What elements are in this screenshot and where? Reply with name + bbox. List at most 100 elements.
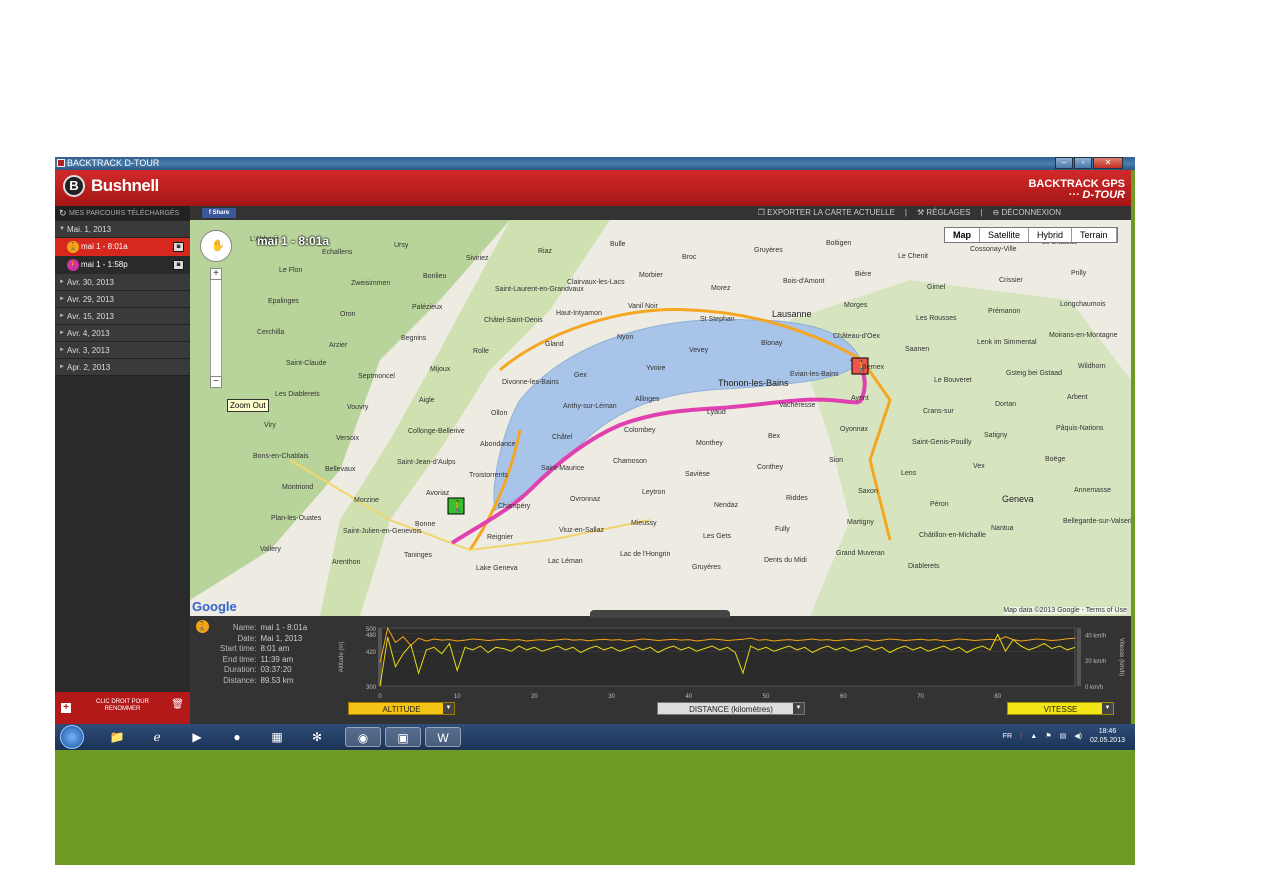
distance-dropdown[interactable]: DISTANCE (kilomètres) ▼ (657, 702, 805, 715)
network-icon[interactable]: ▤ (1060, 732, 1067, 740)
chart-plot-area (379, 627, 1076, 687)
map-type-satellite[interactable]: Satellite (980, 228, 1030, 242)
google-logo: Google (192, 599, 237, 614)
ie-icon[interactable]: ℯ (139, 727, 175, 747)
logout-link[interactable]: ⊖ DÉCONNEXION (993, 206, 1062, 220)
media-player-icon[interactable]: ▶ (179, 727, 215, 747)
map-place-label: Bulle (610, 241, 626, 248)
bushnell-logo-icon: B (63, 175, 85, 197)
map-place-label: Mieussy (631, 520, 657, 527)
window-title: BACKTRACK D-TOUR (67, 158, 160, 168)
date-label: Avr. 15, 2013 (67, 312, 114, 321)
map-place-label: Geneva (1002, 494, 1034, 504)
date-group[interactable]: ► Apr. 2, 2013 (55, 359, 190, 376)
date-group[interactable]: ► Avr. 4, 2013 (55, 325, 190, 342)
map-type-map[interactable]: Map (945, 228, 980, 242)
date-group[interactable]: ► Avr. 3, 2013 (55, 342, 190, 359)
map-place-label: Vouvry (347, 404, 369, 411)
map-place-label: Morbier (639, 272, 663, 279)
map-place-label: Gsteig bei Gstaad (1006, 370, 1063, 377)
map-attribution[interactable]: Map data ©2013 Google - Terms of Use (1003, 607, 1127, 614)
map-place-label: Echallens (322, 249, 353, 256)
minimize-button[interactable]: – (1055, 157, 1073, 169)
map-place-label: Viry (264, 422, 276, 429)
clock[interactable]: 18:46 02.05.2013 (1090, 727, 1125, 745)
altitude-dropdown[interactable]: ALTITUDE ▼ (348, 702, 455, 715)
start-marker-glyph: 🚶 (451, 500, 465, 513)
info-key: Date: (237, 633, 257, 643)
volume-icon[interactable]: ◀) (1074, 732, 1082, 740)
collapsed-arrow-icon: ► (59, 347, 65, 353)
map-type-hybrid[interactable]: Hybrid (1029, 228, 1073, 242)
track-label: mai 1 - 8:01a (81, 242, 128, 251)
map-place-label: Gland (545, 341, 564, 348)
zoom-out-button[interactable]: − (210, 376, 222, 388)
product-line2: ··· D-TOUR (1068, 189, 1125, 201)
map-view[interactable]: 🚶 🚶 L'Abbaye Echallens Ursy Siviriez Riaz Bul… (190, 220, 1131, 616)
collapsed-arrow-icon: ► (59, 313, 65, 319)
map-place-label: Lyaud (707, 409, 726, 416)
map-place-label: Bex (768, 433, 781, 440)
settings-link[interactable]: ⚒ RÉGLAGES (917, 206, 970, 220)
excel-icon[interactable]: ▦ (259, 727, 295, 747)
app-icon[interactable]: ✻ (299, 727, 335, 747)
map-place-label: Allinges (635, 396, 660, 403)
trash-icon[interactable]: 🗑 (171, 700, 184, 710)
zoom-in-button[interactable]: + (210, 268, 222, 280)
map-place-label: Begnins (401, 335, 427, 342)
start-button[interactable] (60, 725, 84, 749)
export-label: EXPORTER LA CARTE ACTUELLE (767, 208, 895, 217)
tray-arrow-icon[interactable]: ▲ (1030, 733, 1037, 740)
map-place-label: Gruyères (754, 247, 783, 254)
date-group[interactable]: ► Avr. 15, 2013 (55, 308, 190, 325)
pan-control[interactable]: ✋ (200, 230, 232, 262)
zoom-slider[interactable]: + − (210, 268, 222, 388)
map-place-label: Dents du Midi (764, 557, 807, 564)
date-group-open[interactable]: ▼ Mai. 1, 2013 (55, 221, 190, 238)
maximize-button[interactable]: ▫ (1074, 157, 1092, 169)
firefox-icon[interactable]: ● (219, 727, 255, 747)
map-place-label: Vex (973, 463, 985, 470)
map-place-label: Nyon (617, 334, 634, 341)
date-group[interactable]: ► Avr. 29, 2013 (55, 291, 190, 308)
map-type-terrain[interactable]: Terrain (1072, 228, 1117, 242)
divider: | (904, 208, 907, 217)
sidebar-header[interactable]: ↻ MES PARCOURS TÉLÉCHARGÉS (55, 206, 190, 221)
map-place-label: Avoriaz (426, 490, 450, 497)
map-place-label: Ayent (851, 395, 869, 402)
x-tick-label: 60 (840, 694, 847, 700)
add-icon[interactable]: + (61, 703, 71, 713)
facebook-share-button[interactable]: f Share (202, 208, 236, 218)
map-place-label: Ovronnaz (570, 496, 601, 503)
camera-icon[interactable]: ◙ (173, 260, 184, 270)
explorer-icon[interactable]: 📁 (99, 727, 135, 747)
map-place-label: Les Diablerets (275, 391, 320, 398)
profile-chart[interactable]: 300 420 480500 0 km/h 20 km/h 40 km/h 0 10 20 30 4… (335, 620, 1125, 702)
map-place-label: Blonay (761, 340, 783, 347)
bushnell-icon[interactable]: ▣ (385, 727, 421, 747)
language-indicator[interactable]: FR (1003, 733, 1012, 740)
map-place-label: Champéry (498, 503, 531, 510)
map-place-label: Prilly (1071, 270, 1087, 277)
panel-handle[interactable] (590, 610, 730, 618)
date-group[interactable]: ► Avr. 30, 2013 (55, 274, 190, 291)
backtrack-icon[interactable]: ◉ (345, 727, 381, 747)
info-value: Mai 1, 2013 (260, 633, 303, 643)
map-place-label: Montriond (282, 484, 314, 491)
warning-icon[interactable]: ! (1020, 733, 1022, 740)
refresh-icon[interactable]: ↻ (59, 206, 67, 221)
track-item[interactable]: 🚶 mai 1 - 8:01a ◙ (55, 238, 190, 256)
zoom-tooltip: Zoom Out (227, 399, 269, 412)
map-place-label: Saint-Genis-Pouilly (912, 439, 972, 446)
collapsed-arrow-icon: ► (59, 364, 65, 370)
track-item[interactable]: 🚶 mai 1 - 1:58p ◙ (55, 256, 190, 274)
camera-icon[interactable]: ◙ (173, 242, 184, 252)
flag-icon[interactable]: ⚑ (1045, 732, 1051, 740)
date-label: Avr. 3, 2013 (67, 346, 110, 355)
export-map-link[interactable]: ❐ EXPORTER LA CARTE ACTUELLE (758, 206, 895, 220)
word-icon[interactable]: W (425, 727, 461, 747)
map-place-label: Le Chenit (898, 253, 928, 260)
speed-dropdown[interactable]: VITESSE ▼ (1007, 702, 1114, 715)
map-place-label: Châtillon-en-Michaille (919, 532, 986, 539)
close-button[interactable]: ✕ (1093, 157, 1123, 169)
